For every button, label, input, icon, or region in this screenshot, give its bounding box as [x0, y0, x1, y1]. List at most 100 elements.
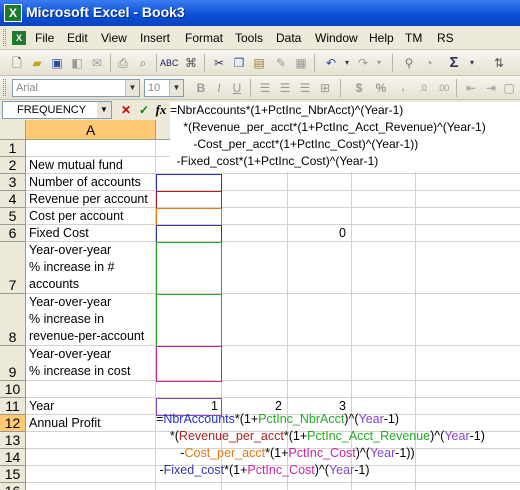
insert-function-icon[interactable]: fx [153, 102, 169, 118]
redo-dropdown-icon[interactable]: ▾ [370, 54, 388, 72]
align-left-icon[interactable]: ☰ [256, 79, 274, 97]
italic-button[interactable]: I [210, 79, 228, 97]
menu-file[interactable]: File [35, 31, 54, 45]
formula-line: =NbrAccounts*(1+PctInc_NbrAcct)^(Year-1) [156, 412, 400, 426]
row-header[interactable]: 2 [0, 157, 26, 174]
row-header[interactable]: 5 [0, 208, 26, 225]
row-header[interactable]: 1 [0, 140, 26, 157]
decrease-decimal-icon[interactable]: .00 [434, 79, 452, 97]
menu-format[interactable]: Format [185, 31, 223, 45]
currency-button[interactable]: $ [350, 79, 368, 97]
copy-icon[interactable]: ❐ [230, 54, 248, 72]
bold-button[interactable]: B [192, 79, 210, 97]
cut-icon[interactable]: ✂ [210, 54, 228, 72]
percent-button[interactable]: % [372, 79, 390, 97]
print-preview-icon[interactable]: ⌕ [134, 54, 152, 72]
name-box[interactable]: FREQUENCY ▼ [2, 101, 112, 119]
cell-a6[interactable]: Fixed Cost [26, 225, 89, 242]
workbook-icon[interactable]: X [12, 31, 26, 45]
paste-options-icon[interactable]: ▦ [292, 54, 310, 72]
cell-b12-editor[interactable]: =NbrAccounts*(1+PctInc_NbrAcct)^(Year-1)… [156, 411, 520, 479]
font-size-value: 10 [148, 82, 161, 94]
cancel-icon[interactable]: ✕ [118, 102, 134, 118]
format-painter-icon[interactable]: ✎ [272, 54, 290, 72]
cell-a2[interactable]: New mutual fund [26, 157, 123, 174]
cell-a12[interactable]: Annual Profit [26, 415, 101, 432]
align-right-icon[interactable]: ☰ [296, 79, 314, 97]
menu-data[interactable]: Data [276, 31, 301, 45]
select-all-button[interactable] [0, 120, 26, 140]
chevron-down-icon[interactable]: ▼ [97, 102, 111, 118]
row-header[interactable]: 12 [0, 415, 26, 432]
decrease-indent-icon[interactable]: ⇤ [462, 79, 480, 97]
chevron-down-icon[interactable]: ▼ [125, 80, 139, 96]
research-icon[interactable]: ⌘ [182, 54, 200, 72]
underline-button[interactable]: U [228, 79, 246, 97]
new-icon[interactable]: 🗋 [8, 54, 26, 72]
row-header[interactable]: 13 [0, 432, 26, 449]
email-icon[interactable]: ✉ [88, 54, 106, 72]
row-header[interactable]: 16 [0, 483, 26, 490]
permission-icon[interactable]: ◧ [68, 54, 86, 72]
worksheet-grid[interactable]: A 1 2 3 4 5 6 7 8 9 10 11 12 13 14 15 16… [0, 120, 520, 490]
cell-a9[interactable]: Year-over-year % increase in cost [26, 346, 130, 380]
menu-tools[interactable]: Tools [235, 31, 263, 45]
formula-line: *(Revenue_per_acct*(1+PctInc_Acct_Revenu… [156, 429, 485, 443]
range-highlight-fixed-cost [156, 225, 222, 243]
menu-edit[interactable]: Edit [67, 31, 88, 45]
align-center-icon[interactable]: ☰ [276, 79, 294, 97]
print-icon[interactable]: ⎙ [114, 54, 132, 72]
window-title: Microsoft Excel - Book3 [26, 4, 185, 20]
borders-icon[interactable]: ▢ [500, 79, 518, 97]
row-header[interactable]: 6 [0, 225, 26, 242]
menu-help[interactable]: Help [369, 31, 394, 45]
cell-a4[interactable]: Revenue per account [26, 191, 148, 208]
cell-a11[interactable]: Year [26, 398, 54, 415]
row-header[interactable]: 7 [0, 242, 26, 294]
row-header[interactable]: 14 [0, 449, 26, 466]
spelling-icon[interactable]: ABC [160, 54, 179, 72]
font-size-combo[interactable]: 10 ▼ [144, 79, 184, 97]
range-highlight-cost [156, 208, 222, 226]
menu-rs[interactable]: RS [437, 31, 454, 45]
hyperlink-icon[interactable]: ⚲ [400, 54, 418, 72]
cell-a5[interactable]: Cost per account [26, 208, 124, 225]
sort-icon[interactable]: ⇅ [490, 54, 508, 72]
column-header-a[interactable]: A [26, 120, 156, 140]
autosum-dropdown-icon[interactable]: ▾ [463, 54, 481, 72]
row-header[interactable]: 9 [0, 346, 26, 381]
autosum-icon[interactable]: Σ [445, 54, 463, 72]
chevron-down-icon[interactable]: ▼ [169, 80, 183, 96]
row-header[interactable]: 15 [0, 466, 26, 483]
cell-d6[interactable]: 0 [286, 226, 346, 240]
menu-view[interactable]: View [101, 31, 127, 45]
paste-icon[interactable]: ▤ [250, 54, 268, 72]
menu-grip[interactable] [3, 29, 6, 46]
menu-tm[interactable]: TM [405, 31, 422, 45]
row-header[interactable]: 3 [0, 174, 26, 191]
merge-center-icon[interactable]: ⊞ [316, 79, 334, 97]
cell-a7[interactable]: Year-over-year % increase in # accounts [26, 242, 114, 293]
menu-window[interactable]: Window [315, 31, 358, 45]
name-box-value: FREQUENCY [17, 104, 87, 116]
menu-insert[interactable]: Insert [140, 31, 170, 45]
range-highlight-nbr-accounts [156, 174, 222, 192]
cell-a3[interactable]: Number of accounts [26, 174, 141, 191]
row-header[interactable]: 10 [0, 381, 26, 398]
range-highlight-pct-nbr [156, 242, 222, 295]
enter-icon[interactable]: ✓ [136, 102, 152, 118]
row-header[interactable]: 8 [0, 294, 26, 346]
row-header[interactable]: 11 [0, 398, 26, 415]
increase-decimal-icon[interactable]: .0 [414, 79, 432, 97]
menu-bar: X File Edit View Insert Format Tools Dat… [0, 26, 520, 50]
comma-style-button[interactable]: , [394, 79, 412, 97]
chart-wizard-icon[interactable]: ◔ [420, 54, 438, 72]
range-highlight-pct-cost [156, 346, 222, 382]
increase-indent-icon[interactable]: ⇥ [482, 79, 500, 97]
row-header[interactable]: 4 [0, 191, 26, 208]
cell-a8[interactable]: Year-over-year % increase in revenue-per… [26, 294, 144, 345]
font-name-combo[interactable]: Arial ▼ [12, 79, 140, 97]
open-icon[interactable]: ▰ [28, 54, 46, 72]
save-icon[interactable]: ▣ [48, 54, 66, 72]
formula-input[interactable]: =NbrAccounts*(1+PctInc_NbrAcct)^(Year-1)… [170, 102, 520, 172]
